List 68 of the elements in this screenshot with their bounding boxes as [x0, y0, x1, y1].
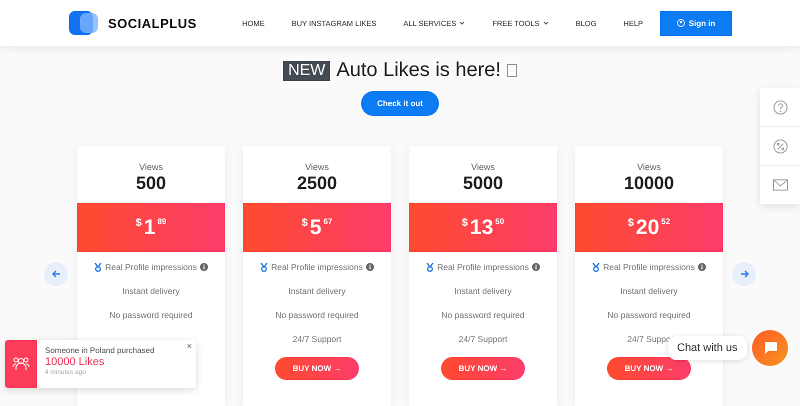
- feature-text: Real Profile impressions: [271, 262, 363, 272]
- percent-icon: [772, 138, 788, 154]
- medal-icon: [592, 262, 600, 272]
- info-icon: [532, 263, 540, 271]
- package-label: Views: [305, 162, 329, 172]
- price-cents: 52: [661, 217, 670, 226]
- feature-text: Real Profile impressions: [105, 262, 197, 272]
- mail-button[interactable]: [760, 166, 800, 205]
- medal-icon: [426, 262, 434, 272]
- info-icon: [366, 263, 374, 271]
- feature-text: No password required: [607, 309, 691, 322]
- check-it-out-button[interactable]: Check it out: [361, 91, 439, 116]
- package-amount: 2500: [296, 173, 338, 194]
- feature-text: Instant delivery: [122, 285, 180, 298]
- price-amount: 5: [310, 216, 322, 240]
- help-icon: [772, 100, 788, 114]
- package-label: Views: [471, 162, 495, 172]
- user-icon: [676, 19, 685, 27]
- price-amount: 13: [470, 216, 494, 240]
- price-amount: 20: [636, 216, 660, 240]
- feature-text: Instant delivery: [620, 285, 678, 298]
- feature-text: Real Profile impressions: [437, 262, 529, 272]
- logo-text: SOCIALPLUS: [108, 16, 197, 30]
- price-cents: 50: [495, 217, 504, 226]
- mail-icon: [772, 179, 788, 191]
- medal-icon: [260, 262, 268, 272]
- headline: Auto Likes is here!: [336, 59, 501, 82]
- next-button[interactable]: [732, 262, 756, 286]
- feature-text: Instant delivery: [288, 285, 346, 298]
- chat-button[interactable]: [752, 330, 788, 366]
- close-button[interactable]: ×: [186, 341, 192, 351]
- currency-sign: $: [628, 217, 634, 229]
- discount-button[interactable]: [760, 127, 800, 166]
- currency-sign: $: [302, 217, 308, 229]
- notification-product: 10000 Likes: [45, 356, 106, 368]
- previous-button[interactable]: [44, 262, 68, 286]
- price-cents: 67: [323, 217, 332, 226]
- feature-text: No password required: [275, 309, 359, 322]
- sign-in-button[interactable]: Sign in: [660, 10, 732, 36]
- currency-sign: $: [136, 217, 142, 229]
- feature-text: 24/7 Support: [458, 333, 508, 346]
- arrow-right-icon: [740, 270, 748, 278]
- new-badge: NEW: [283, 60, 330, 80]
- chat-bubble-icon: [762, 341, 778, 355]
- price-amount: 1: [144, 216, 156, 240]
- chevron-down-icon: [459, 21, 466, 25]
- package-amount: 500: [136, 173, 166, 194]
- missing-glyph-icon: [506, 64, 517, 77]
- feature-text: Instant delivery: [454, 285, 512, 298]
- notification-message: Someone in Poland purchased: [45, 346, 154, 355]
- chat-label[interactable]: Chat with us: [668, 336, 747, 360]
- feature-text: No password required: [441, 309, 525, 322]
- package-label: Views: [139, 162, 163, 172]
- info-icon: [698, 263, 706, 271]
- package-amount: 5000: [462, 173, 504, 194]
- package-amount: 10000: [624, 173, 674, 194]
- feature-text: 24/7 Support: [292, 333, 342, 346]
- help-button[interactable]: [760, 88, 800, 127]
- currency-sign: $: [462, 217, 468, 229]
- people-icon: [12, 356, 30, 372]
- medal-icon: [94, 262, 102, 272]
- feature-text: Real Profile impressions: [603, 262, 695, 272]
- arrow-left-icon: [52, 270, 60, 278]
- package-label: Views: [637, 162, 661, 172]
- chevron-down-icon: [542, 21, 549, 25]
- price-cents: 89: [157, 217, 166, 226]
- info-icon: [200, 263, 208, 271]
- feature-text: No password required: [109, 309, 193, 322]
